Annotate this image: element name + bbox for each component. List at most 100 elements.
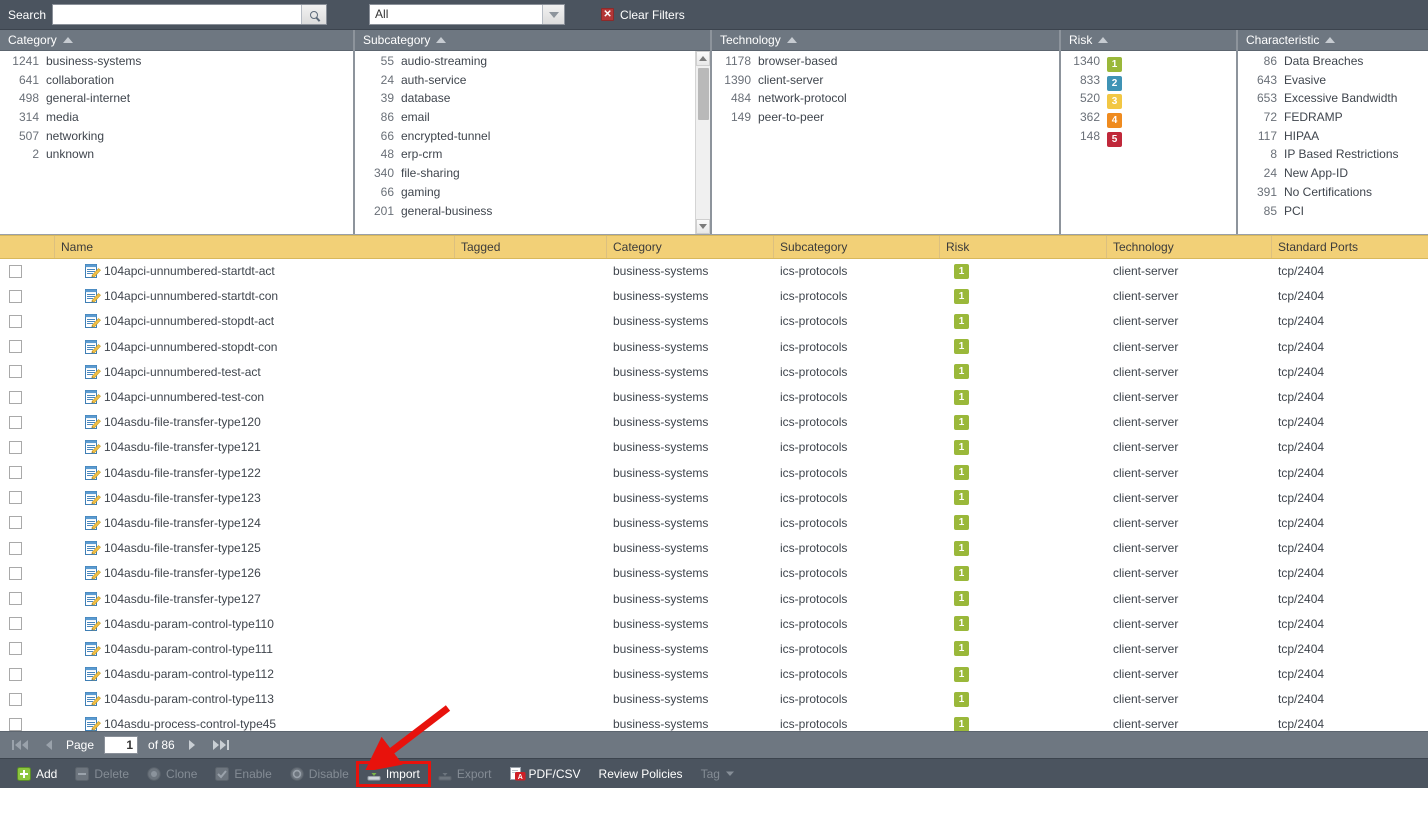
row-checkbox[interactable] xyxy=(9,717,22,731)
filter-row[interactable]: 85 PCI xyxy=(1238,204,1428,223)
filter-row[interactable]: 66 gaming xyxy=(355,185,710,204)
scrollbar-thumb[interactable] xyxy=(698,68,709,120)
filter-panel-header-risk[interactable]: Risk xyxy=(1061,30,1236,51)
application-name-link[interactable]: 104apci-unnumbered-stopdt-act xyxy=(104,314,274,328)
row-checkbox[interactable] xyxy=(9,289,22,303)
table-row[interactable]: 104apci-unnumbered-startdt-act business-s… xyxy=(0,259,1428,285)
row-checkbox[interactable] xyxy=(9,667,22,681)
filter-row[interactable]: 8 IP Based Restrictions xyxy=(1238,147,1428,166)
filter-panel-header-characteristic[interactable]: Characteristic xyxy=(1238,30,1428,51)
row-checkbox[interactable] xyxy=(9,340,22,354)
row-checkbox[interactable] xyxy=(9,541,22,555)
table-row[interactable]: 104asdu-file-transfer-type124 business-sy… xyxy=(0,511,1428,537)
table-row[interactable]: 104asdu-file-transfer-type123 business-sy… xyxy=(0,486,1428,511)
table-row[interactable]: 104asdu-file-transfer-type121 business-sy… xyxy=(0,435,1428,461)
application-name-link[interactable]: 104asdu-param-control-type110 xyxy=(104,617,274,631)
filter-row[interactable]: 498 general-internet xyxy=(0,91,353,110)
application-name-link[interactable]: 104apci-unnumbered-test-con xyxy=(104,390,264,404)
filter-row[interactable]: 148 5 xyxy=(1061,129,1236,148)
page-number-input[interactable] xyxy=(104,736,139,754)
table-row[interactable]: 104asdu-file-transfer-type120 business-sy… xyxy=(0,410,1428,436)
application-name-link[interactable]: 104asdu-file-transfer-type121 xyxy=(104,440,261,454)
application-name-link[interactable]: 104apci-unnumbered-startdt-act xyxy=(104,264,275,278)
column-header-risk[interactable]: Risk xyxy=(940,236,1107,258)
table-row[interactable]: 104asdu-file-transfer-type126 business-sy… xyxy=(0,561,1428,587)
filter-row[interactable]: 362 4 xyxy=(1061,110,1236,129)
column-header-category[interactable]: Category xyxy=(607,236,774,258)
scroll-down-button[interactable] xyxy=(696,219,710,234)
filter-row[interactable]: 72 FEDRAMP xyxy=(1238,110,1428,129)
table-row[interactable]: 104asdu-file-transfer-type125 business-sy… xyxy=(0,536,1428,562)
review-policies-button[interactable]: Review Policies xyxy=(590,763,692,785)
filter-row[interactable]: 520 3 xyxy=(1061,91,1236,110)
application-name-link[interactable]: 104asdu-file-transfer-type120 xyxy=(104,415,261,429)
application-name-link[interactable]: 104apci-unnumbered-startdt-con xyxy=(104,289,278,303)
table-row[interactable]: 104apci-unnumbered-stopdt-con business-sy… xyxy=(0,335,1428,360)
filter-row[interactable]: 391 No Certifications xyxy=(1238,185,1428,204)
row-checkbox[interactable] xyxy=(9,440,22,454)
filter-panel-scrollbar[interactable] xyxy=(695,51,710,234)
table-row[interactable]: 104asdu-param-control-type113 business-sy… xyxy=(0,687,1428,713)
table-row[interactable]: 104apci-unnumbered-test-act business-syst… xyxy=(0,360,1428,385)
filter-row[interactable]: 340 file-sharing xyxy=(355,166,710,185)
table-row[interactable]: 104apci-unnumbered-stopdt-act business-sy… xyxy=(0,309,1428,335)
row-checkbox[interactable] xyxy=(9,314,22,328)
filter-row[interactable]: 641 collaboration xyxy=(0,73,353,92)
row-checkbox[interactable] xyxy=(9,642,22,656)
filter-type-dropdown-button[interactable] xyxy=(542,5,565,24)
filter-row[interactable]: 117 HIPAA xyxy=(1238,129,1428,148)
filter-row[interactable]: 201 general-business xyxy=(355,204,710,223)
application-name-link[interactable]: 104apci-unnumbered-test-act xyxy=(104,365,261,379)
filter-row[interactable]: 48 erp-crm xyxy=(355,147,710,166)
application-name-link[interactable]: 104asdu-file-transfer-type122 xyxy=(104,466,261,480)
filter-row[interactable]: 653 Excessive Bandwidth xyxy=(1238,91,1428,110)
previous-page-button[interactable] xyxy=(42,740,56,750)
row-checkbox[interactable] xyxy=(9,692,22,706)
clear-filters-button[interactable]: ✕ Clear Filters xyxy=(601,8,685,22)
column-header-subcategory[interactable]: Subcategory xyxy=(774,236,940,258)
filter-row[interactable]: 507 networking xyxy=(0,129,353,148)
filter-row[interactable]: 1390 client-server xyxy=(712,73,1059,92)
filter-row[interactable]: 55 audio-streaming xyxy=(355,54,710,73)
application-name-link[interactable]: 104asdu-file-transfer-type126 xyxy=(104,566,261,580)
row-checkbox[interactable] xyxy=(9,264,22,278)
add-button[interactable]: Add xyxy=(8,763,66,785)
row-checkbox[interactable] xyxy=(9,592,22,606)
first-page-button[interactable] xyxy=(8,740,32,750)
column-header-technology[interactable]: Technology xyxy=(1107,236,1272,258)
column-header-checkbox[interactable] xyxy=(0,236,55,258)
scroll-up-button[interactable] xyxy=(696,51,710,66)
table-row[interactable]: 104asdu-param-control-type111 business-sy… xyxy=(0,637,1428,662)
filter-panel-header-subcategory[interactable]: Subcategory xyxy=(355,30,710,51)
table-row[interactable]: 104asdu-file-transfer-type127 business-sy… xyxy=(0,586,1428,612)
filter-row[interactable]: 39 database xyxy=(355,91,710,110)
row-checkbox[interactable] xyxy=(9,566,22,580)
application-name-link[interactable]: 104asdu-file-transfer-type125 xyxy=(104,541,261,555)
filter-row[interactable]: 643 Evasive xyxy=(1238,73,1428,92)
application-name-link[interactable]: 104asdu-param-control-type113 xyxy=(104,692,274,706)
row-checkbox[interactable] xyxy=(9,466,22,480)
filter-row[interactable]: 1178 browser-based xyxy=(712,54,1059,73)
filter-row[interactable]: 24 auth-service xyxy=(355,73,710,92)
pdfcsv-button[interactable]: A PDF/CSV xyxy=(501,763,590,785)
filter-row[interactable]: 1241 business-systems xyxy=(0,54,353,73)
filter-panel-header-category[interactable]: Category xyxy=(0,30,353,51)
import-button[interactable]: Import xyxy=(355,760,431,787)
search-button[interactable] xyxy=(301,5,327,24)
column-header-name[interactable]: Name xyxy=(55,236,455,258)
filter-row[interactable]: 484 network-protocol xyxy=(712,91,1059,110)
filter-row[interactable]: 2 unknown xyxy=(0,147,353,166)
row-checkbox[interactable] xyxy=(9,365,22,379)
filter-row[interactable]: 833 2 xyxy=(1061,73,1236,92)
application-name-link[interactable]: 104apci-unnumbered-stopdt-con xyxy=(104,340,277,354)
application-name-link[interactable]: 104asdu-process-control-type45 xyxy=(104,717,276,731)
search-field-wrapper[interactable] xyxy=(52,4,328,25)
filter-row[interactable]: 149 peer-to-peer xyxy=(712,110,1059,129)
table-row[interactable]: 104asdu-param-control-type110 business-sy… xyxy=(0,612,1428,637)
row-checkbox[interactable] xyxy=(9,491,22,505)
filter-row[interactable]: 66 encrypted-tunnel xyxy=(355,129,710,148)
application-name-link[interactable]: 104asdu-file-transfer-type127 xyxy=(104,592,261,606)
filter-row[interactable]: 314 media xyxy=(0,110,353,129)
table-row[interactable]: 104apci-unnumbered-startdt-con business-s… xyxy=(0,284,1428,310)
table-row[interactable]: 104asdu-file-transfer-type122 business-sy… xyxy=(0,461,1428,486)
